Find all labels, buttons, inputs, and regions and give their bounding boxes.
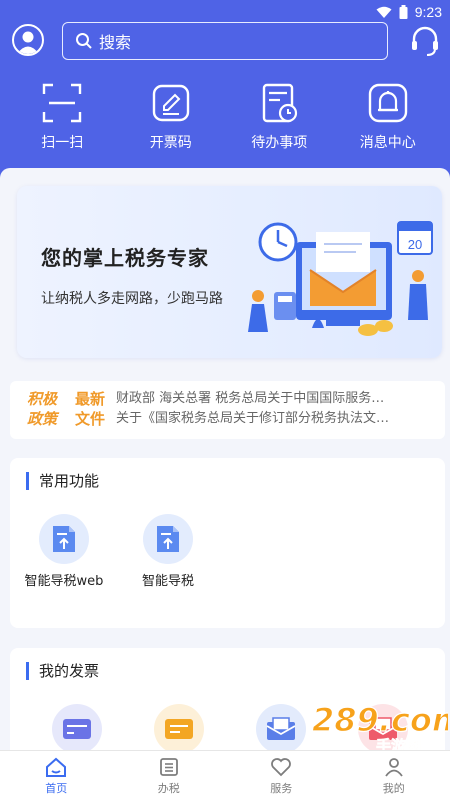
battery-icon: [399, 5, 408, 19]
bottom-tab-bar: 首页 办税 服务 我的: [0, 750, 450, 801]
main-content: 您的掌上税务专家 让纳税人多走网路，少跑马路 20 积极 政策 最新 文件 财政…: [0, 168, 450, 758]
banner-subtitle: 让纳税人多走网路，少跑马路: [41, 291, 223, 307]
invoice-item-ticket[interactable]: [154, 704, 204, 754]
quick-action-label: 待办事项: [251, 135, 308, 151]
invoice-item-mail[interactable]: [256, 704, 306, 754]
document-upload-icon: [53, 526, 75, 552]
function-icon-wrap: [143, 514, 193, 564]
tab-tax[interactable]: 办税: [113, 751, 226, 801]
quick-action-todo[interactable]: 待办事项: [229, 82, 329, 152]
header: 9:23 搜索 扫一扫 开票码 待办事项 消息中心: [0, 0, 450, 180]
policy-item[interactable]: 财政部 海关总署 税务总局关于中国国际服务…: [116, 389, 438, 409]
function-smart-guide[interactable]: 智能导税: [136, 514, 200, 591]
quick-actions: 扫一扫 开票码 待办事项 消息中心: [0, 82, 450, 152]
list-icon: [159, 757, 178, 776]
todo-icon: [263, 83, 298, 123]
quick-action-label: 扫一扫: [41, 135, 84, 151]
policy-news[interactable]: 积极 政策 最新 文件 财政部 海关总署 税务总局关于中国国际服务… 关于《国家…: [10, 381, 445, 439]
home-icon: [46, 757, 67, 777]
quick-action-scan[interactable]: 扫一扫: [12, 82, 112, 152]
site-watermark: 289.com 手游网: [311, 700, 448, 755]
tab-label: 办税: [157, 781, 180, 795]
search-icon: [76, 33, 92, 49]
quick-action-label: 开票码: [149, 135, 192, 151]
policy-list: 财政部 海关总署 税务总局关于中国国际服务… 关于《国家税务总局关于修订部分税务…: [116, 389, 438, 429]
tab-service[interactable]: 服务: [225, 751, 338, 801]
tax-illustration: 20: [248, 221, 433, 336]
function-label: 智能导税web: [24, 574, 104, 589]
scan-icon: [43, 83, 82, 123]
section-title: 常用功能: [26, 472, 99, 490]
avatar[interactable]: [12, 24, 44, 56]
search-input[interactable]: 搜索: [62, 22, 388, 60]
document-upload-icon: [157, 526, 179, 552]
top-bar: 搜索: [0, 22, 450, 62]
section-title: 我的发票: [26, 662, 99, 680]
function-icon-wrap: [39, 514, 89, 564]
calendar-day: 20: [408, 237, 422, 252]
user-avatar-icon: [17, 31, 39, 54]
policy-item[interactable]: 关于《国家税务总局关于修订部分税务执法文…: [116, 409, 438, 429]
tab-label: 我的: [382, 781, 405, 795]
promo-banner[interactable]: 您的掌上税务专家 让纳税人多走网路，少跑马路 20: [17, 186, 442, 358]
card-icon: [63, 719, 91, 739]
tab-mine[interactable]: 我的: [338, 751, 450, 801]
wifi-icon: [376, 6, 392, 18]
tab-home[interactable]: 首页: [0, 751, 113, 801]
mail-icon: [266, 717, 296, 740]
function-smart-guide-web[interactable]: 智能导税web: [25, 514, 103, 591]
svg-text:289.com: 289.com: [312, 701, 448, 739]
customer-service-button[interactable]: [408, 24, 442, 58]
banner-title: 您的掌上税务专家: [41, 246, 209, 270]
tab-label: 首页: [45, 781, 68, 795]
ticket-icon: [165, 719, 193, 739]
invoice-item-card[interactable]: [52, 704, 102, 754]
status-time: 9:23: [414, 4, 442, 20]
invoice-code-icon: [152, 84, 189, 122]
function-label: 智能导税: [141, 574, 194, 589]
policy-logo: 积极 政策: [26, 390, 57, 428]
search-placeholder: 搜索: [99, 33, 132, 52]
user-icon: [385, 757, 403, 777]
quick-action-invoice-code[interactable]: 开票码: [121, 82, 221, 152]
latest-files-tag: 最新 文件: [74, 390, 105, 428]
tab-label: 服务: [270, 781, 293, 795]
bell-icon: [368, 83, 407, 123]
heart-icon: [271, 757, 292, 776]
quick-action-label: 消息中心: [359, 135, 416, 151]
common-functions-card: 常用功能 智能导税web 智能导税: [10, 458, 445, 628]
quick-action-messages[interactable]: 消息中心: [338, 82, 438, 152]
headset-icon: [412, 26, 438, 56]
